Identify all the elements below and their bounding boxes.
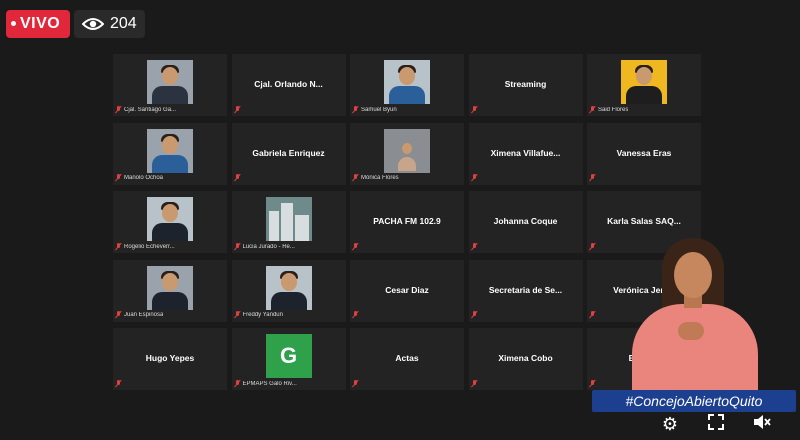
fullscreen-icon[interactable] xyxy=(704,413,728,436)
participant-tile[interactable]: Said Flores xyxy=(587,54,701,116)
participant-name: Gabriela Enriquez xyxy=(252,147,325,158)
participant-name: Streaming xyxy=(504,79,547,89)
participant-tile[interactable]: Secretaria de Se... xyxy=(468,259,583,322)
participant-tile[interactable]: G EPMAPS Galo Riv... xyxy=(231,328,346,390)
participant-tile[interactable]: Gabriela Enriquez xyxy=(231,122,346,185)
participant-tile[interactable]: Juan Espinosa xyxy=(113,259,227,322)
participant-name: Ximena Cobo xyxy=(498,353,553,363)
settings-gear-icon[interactable]: ⚙ xyxy=(658,414,682,435)
participant-tile[interactable]: PACHA FM 102.9 xyxy=(350,191,464,253)
participant-photo xyxy=(147,197,193,241)
participant-name: Juan Espinosa xyxy=(124,312,164,318)
mic-muted-icon xyxy=(471,105,478,114)
participant-name: Mónica Flores xyxy=(361,175,399,181)
participant-name: Manolo Ochoa xyxy=(124,175,164,181)
participant-photo xyxy=(147,128,193,173)
participant-photo xyxy=(147,265,193,310)
live-badge: VIVO xyxy=(6,10,71,38)
participant-name: PACHA FM 102.9 xyxy=(373,216,441,226)
participant-name: Samuel Byun xyxy=(361,106,397,113)
participant-name: Said Flores xyxy=(598,106,629,113)
participant-letter-avatar: G xyxy=(265,334,312,378)
participant-tile[interactable]: Rogelio Echeverr... xyxy=(113,191,227,253)
participant-tile[interactable]: Hugo Yepes xyxy=(113,328,227,390)
mic-muted-icon xyxy=(234,311,241,319)
participant-name: Johanna Coque xyxy=(493,216,558,226)
mic-muted-icon xyxy=(471,379,478,388)
mic-muted-icon xyxy=(234,174,241,182)
viewer-count: 204 xyxy=(74,10,145,38)
volume-muted-icon[interactable] xyxy=(750,413,774,436)
participant-photo xyxy=(621,60,667,104)
participant-tile[interactable]: Johanna Coque xyxy=(468,191,583,253)
participant-name: Karla Salas SAQ... xyxy=(607,216,681,226)
participant-name: Actas xyxy=(395,353,419,363)
sign-language-interpreter xyxy=(622,234,770,394)
participant-name: Ximena Villafue... xyxy=(490,147,561,158)
participant-photo xyxy=(384,128,430,173)
player-controls: ⚙ xyxy=(650,408,800,440)
mic-muted-icon xyxy=(115,174,122,182)
participant-name: Rogelio Echeverr... xyxy=(124,243,175,250)
mic-muted-icon xyxy=(589,311,596,319)
mic-muted-icon xyxy=(352,311,359,319)
participant-tile[interactable]: Cjal. Santiago Ga... xyxy=(113,54,227,116)
participant-photo xyxy=(384,60,430,104)
participant-tile[interactable]: Mónica Flores xyxy=(350,122,464,185)
participant-tile[interactable]: Streaming xyxy=(468,54,583,116)
participant-tile[interactable]: Samuel Byun xyxy=(350,54,464,116)
participant-tile[interactable]: Cesar Diaz xyxy=(350,259,464,322)
mic-muted-icon xyxy=(589,242,596,251)
participant-tile[interactable]: Actas xyxy=(350,328,464,390)
participant-name: Cjal. Orlando N... xyxy=(254,79,323,89)
eye-icon xyxy=(82,18,104,30)
mic-muted-icon xyxy=(589,105,596,114)
participant-name: Freddy Yandun xyxy=(242,312,283,318)
video-stage: VIVO 204 Cjal. Santiago Ga... Cjal. Orla… xyxy=(0,0,800,440)
mic-muted-icon xyxy=(352,242,359,251)
mic-muted-icon xyxy=(352,379,359,388)
mic-muted-icon xyxy=(115,379,122,388)
mic-muted-icon xyxy=(471,311,478,319)
mic-muted-icon xyxy=(234,379,241,388)
viewer-count-value: 204 xyxy=(110,15,137,32)
participant-name: Lucia Jurado - Re... xyxy=(242,243,295,250)
mic-muted-icon xyxy=(352,174,359,182)
participant-name: EPMAPS Galo Riv... xyxy=(242,380,297,387)
mic-muted-icon xyxy=(352,105,359,114)
participant-name: Vanessa Eras xyxy=(616,147,672,158)
participant-photo xyxy=(147,60,193,104)
mic-muted-icon xyxy=(471,242,478,251)
participant-tile[interactable]: Ximena Cobo xyxy=(468,328,583,390)
participant-photo xyxy=(265,265,312,310)
mic-muted-icon xyxy=(471,174,478,182)
mic-muted-icon xyxy=(589,379,596,388)
mic-muted-icon xyxy=(115,311,122,319)
mic-muted-icon xyxy=(115,242,122,251)
live-label: VIVO xyxy=(20,15,61,32)
participant-name: Hugo Yepes xyxy=(145,353,195,363)
participant-name: Cesar Diaz xyxy=(385,284,429,295)
participant-tile[interactable]: Manolo Ochoa xyxy=(113,122,227,185)
mic-muted-icon xyxy=(234,242,241,251)
participant-tile[interactable]: Cjal. Orlando N... xyxy=(231,54,346,116)
participant-tile[interactable]: Freddy Yandun xyxy=(231,259,346,322)
participant-name: Secretaria de Se... xyxy=(488,284,563,295)
participant-tile[interactable]: Ximena Villafue... xyxy=(468,122,583,185)
participant-tile[interactable]: Vanessa Eras xyxy=(587,122,701,185)
participant-grid: Cjal. Santiago Ga... Cjal. Orlando N... … xyxy=(113,54,701,390)
participant-name: Cjal. Santiago Ga... xyxy=(124,106,177,113)
participant-tile[interactable]: Lucia Jurado - Re... xyxy=(231,191,346,253)
mic-muted-icon xyxy=(589,174,596,182)
mic-muted-icon xyxy=(115,105,122,114)
participant-photo xyxy=(265,197,312,241)
live-dot-icon xyxy=(11,21,16,26)
mic-muted-icon xyxy=(234,105,241,114)
